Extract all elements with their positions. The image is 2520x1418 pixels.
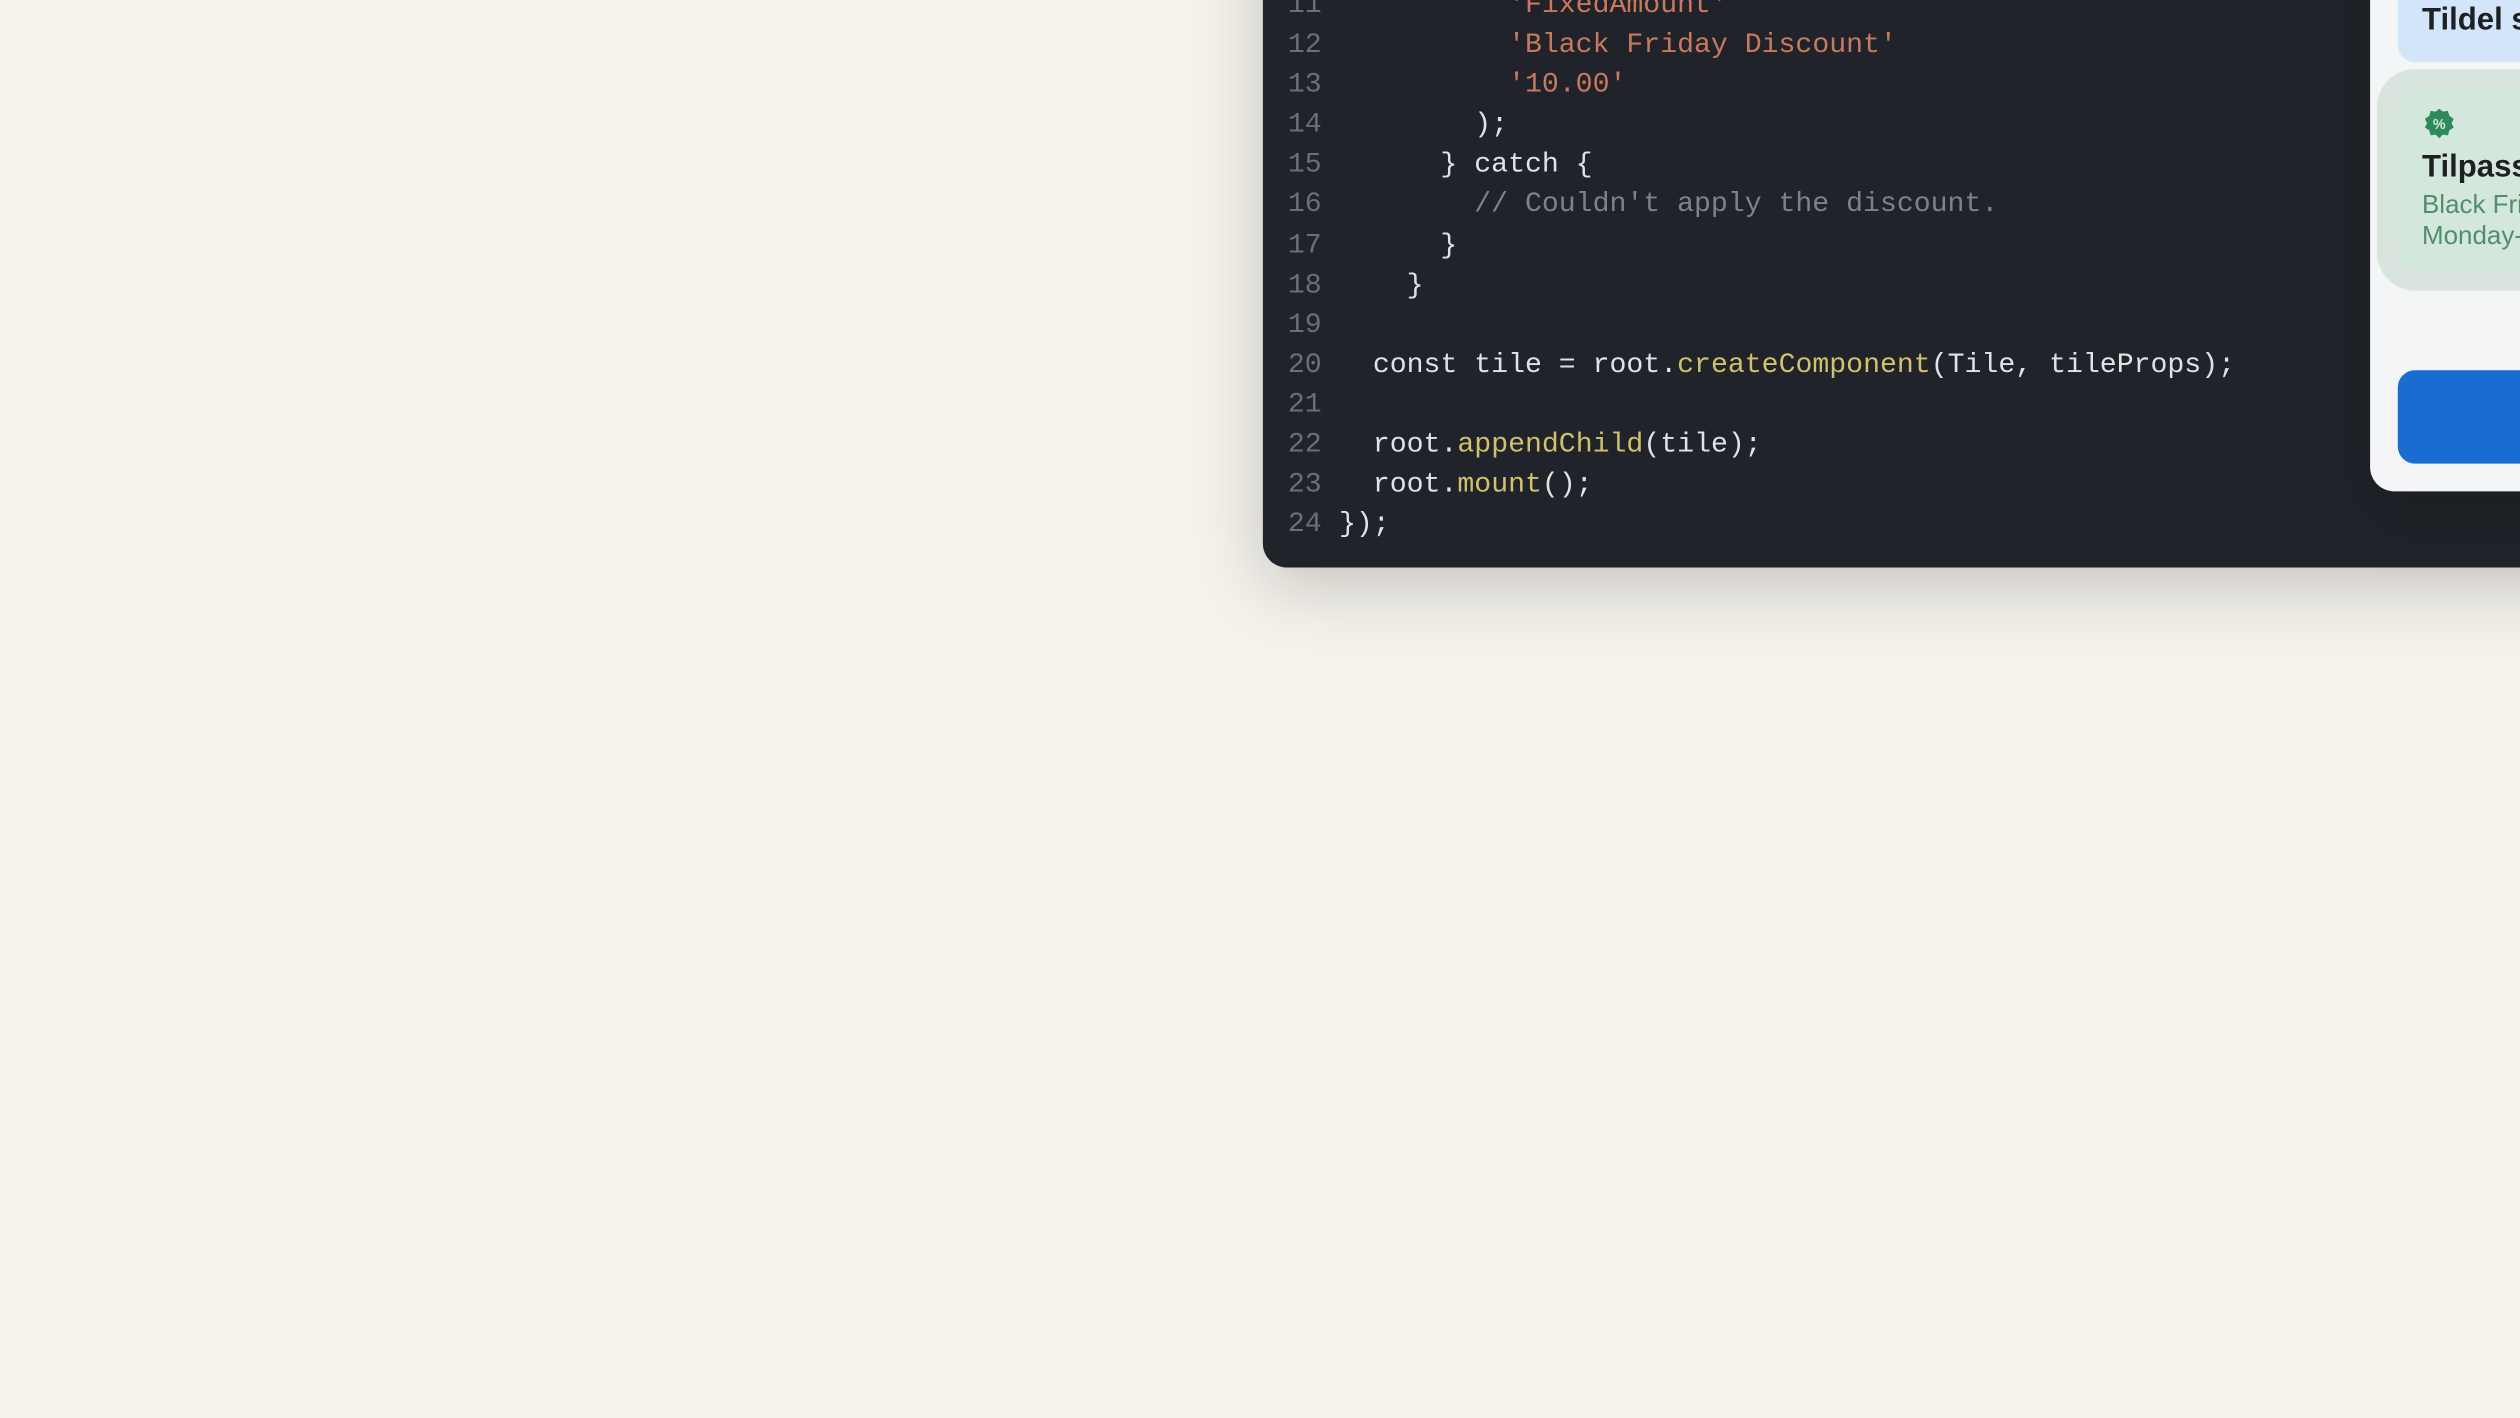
custom-app-title: Tilpasset app	[2422, 149, 2520, 186]
code-area[interactable]: import {extend, Tile, TileProps} from '@…	[1339, 0, 2520, 567]
svg-text:%: %	[2433, 117, 2446, 133]
discount-badge-icon: %	[2422, 107, 2457, 142]
page-indicator: +	[2398, 325, 2520, 349]
tile-label: Tildel salg	[2422, 2, 2520, 38]
cart-button[interactable]: 1 vare – kr. 299,90	[2398, 370, 2520, 463]
tile-custom-app[interactable]: % Tilpasset app Black Friday/Cyber Monda…	[2398, 90, 2520, 270]
editor-body: 123456789101112131415161718192021222324 …	[1263, 0, 2520, 567]
custom-app-subtitle: Black Friday/Cyber Monday-rabat	[2422, 190, 2520, 252]
phone-mockup: 11:11 100 % Søg Tilføj kunde Tilføj tilp…	[2370, 0, 2520, 491]
tile-assign-sale[interactable]: Tildel salg	[2398, 0, 2520, 62]
canvas: index.jsx × + 12345678910111213141516171…	[920, 0, 2520, 709]
tile-grid: Tilføj kunde Tilføj tilpasset salg Tilde…	[2398, 0, 2520, 301]
code-editor-window: index.jsx × + 12345678910111213141516171…	[1263, 0, 2520, 567]
line-number-gutter: 123456789101112131415161718192021222324	[1263, 0, 1339, 567]
